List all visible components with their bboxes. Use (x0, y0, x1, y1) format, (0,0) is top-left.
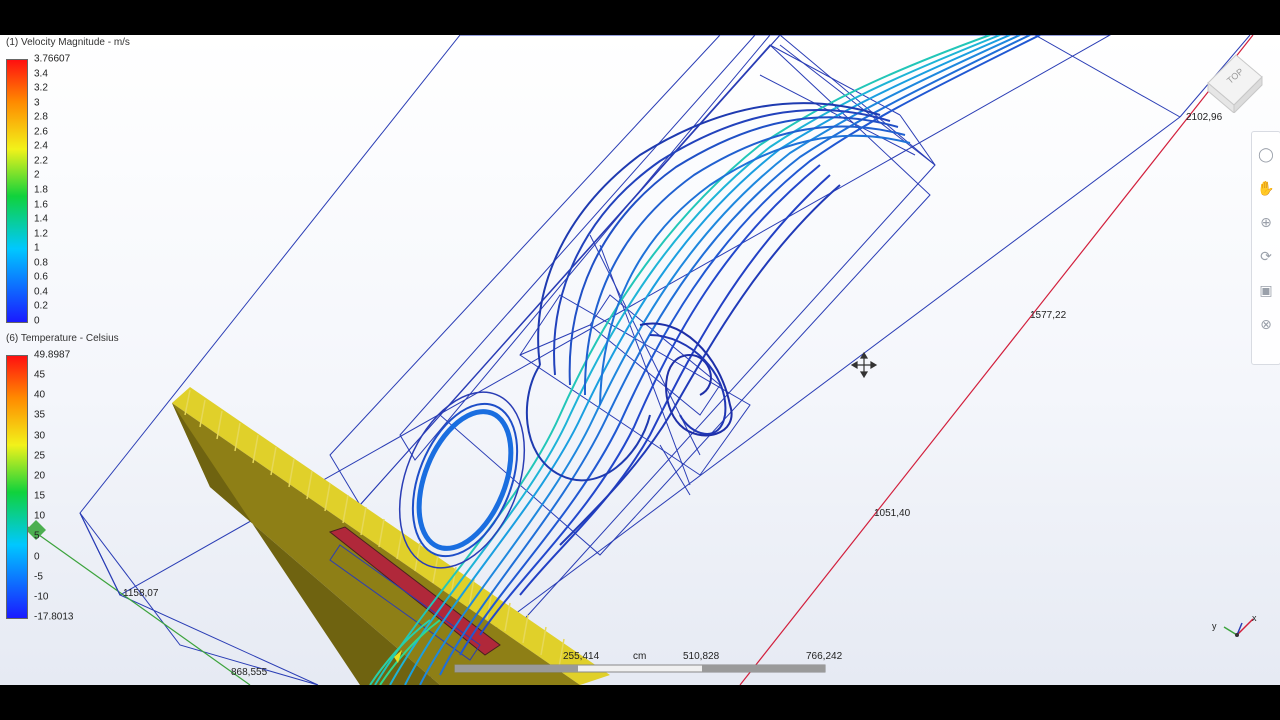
dimension-label: 2102,96 (1186, 112, 1223, 123)
zoom-icon[interactable]: ⊕ (1256, 212, 1276, 232)
temperature-color-bar (6, 355, 28, 619)
legend-tick-label: 15 (34, 490, 46, 502)
ruler-label: 255,414 (563, 651, 600, 662)
dimension-label: 1577,22 (1030, 310, 1067, 321)
velocity-color-bar (6, 59, 28, 323)
view-cube[interactable]: TOP (1204, 49, 1268, 115)
legend-tick-label: 20 (34, 470, 46, 482)
look-at-icon[interactable]: ▣ (1256, 280, 1276, 300)
bottom-letterbox (0, 685, 1280, 720)
cfd-scene[interactable] (0, 35, 1280, 685)
scale-ruler (454, 664, 826, 673)
dimension-label: 868,555 (231, 667, 268, 678)
legend-tick-label: 0.8 (34, 257, 48, 269)
legend-tick-label: 2.4 (34, 140, 48, 152)
legend-tick-label: 3.76607 (34, 53, 71, 65)
navigation-bar: ◯ ✋ ⊕ ⟳ ▣ ⊗ (1251, 131, 1280, 365)
move-cursor-icon (850, 351, 878, 379)
ruler-label: 766,242 (806, 651, 843, 662)
legend-tick-label: -10 (34, 591, 49, 603)
orbit-icon[interactable]: ⟳ (1256, 246, 1276, 266)
legend-tick-label: 1.2 (34, 228, 48, 240)
green-axis-line (24, 524, 251, 685)
legend-tick-label: 10 (34, 510, 46, 522)
legend-tick-label: 2.6 (34, 126, 48, 138)
red-dimension-line (739, 35, 1254, 685)
legend-tick-label: 0 (34, 315, 40, 327)
legend-tick-label: 0.2 (34, 300, 48, 312)
legend-tick-label: 0 (34, 551, 40, 563)
legend-tick-label: 1.6 (34, 199, 48, 211)
cfd-viewport[interactable]: (1) Velocity Magnitude - m/s 3.76607 3.4 3… (0, 35, 1280, 685)
legend-tick-label: 49.8987 (34, 349, 71, 361)
legend-tick-label: 35 (34, 409, 46, 421)
legend-tick-label: 1 (34, 242, 40, 254)
legend-tick-label: -5 (34, 571, 43, 583)
dimension-label: 1158,07 (123, 588, 159, 599)
legend-tick-label: 25 (34, 450, 46, 462)
legend-tick-label: 2.2 (34, 155, 48, 167)
legend-tick-label: 0.6 (34, 271, 48, 283)
triad-x-label: x (1252, 613, 1257, 623)
fit-view-icon[interactable]: ⊗ (1256, 314, 1276, 334)
triad-y-label: y (1212, 621, 1217, 631)
legend-tick-label: 3 (34, 97, 40, 109)
legend-tick-label: 5 (34, 530, 40, 542)
temperature-legend-title: (6) Temperature - Celsius (6, 333, 119, 344)
legend-tick-label: 30 (34, 430, 46, 442)
pan-hand-icon[interactable]: ✋ (1256, 178, 1276, 198)
velocity-legend-title: (1) Velocity Magnitude - m/s (6, 37, 130, 48)
legend-tick-label: 2 (34, 169, 40, 181)
legend-tick-label: 45 (34, 369, 46, 381)
ruler-label: 510,828 (683, 651, 720, 662)
ruler-unit: cm (633, 651, 647, 662)
legend-tick-label: 2.8 (34, 111, 48, 123)
legend-tick-label: 1.8 (34, 184, 48, 196)
legend-tick-label: 0.4 (34, 286, 48, 298)
legend-tick-label: -17.8013 (34, 611, 74, 623)
legend-tick-label: 40 (34, 389, 46, 401)
legend-tick-label: 1.4 (34, 213, 48, 225)
dimension-label: 1051,40 (874, 508, 911, 519)
legend-tick-label: 3.4 (34, 68, 48, 80)
heat-sink[interactable] (172, 387, 610, 685)
axis-triad-icon (1223, 618, 1254, 637)
steering-wheel-icon[interactable]: ◯ (1256, 144, 1276, 164)
legend-tick-label: 3.2 (34, 82, 48, 94)
top-letterbox (0, 0, 1280, 35)
